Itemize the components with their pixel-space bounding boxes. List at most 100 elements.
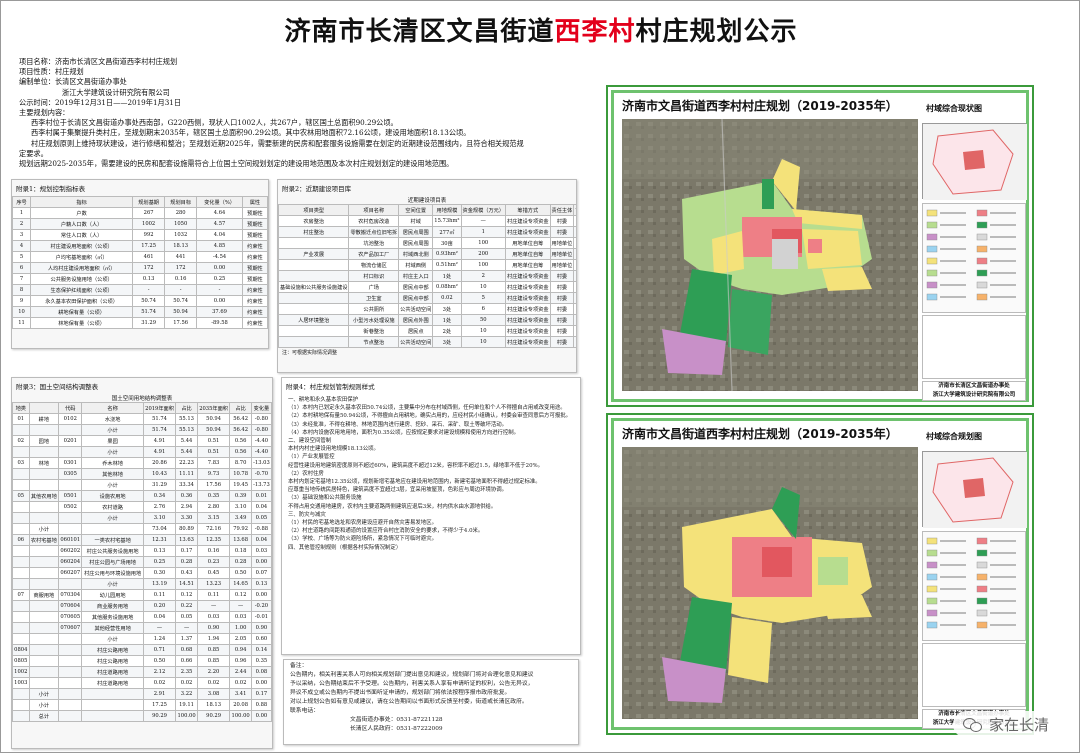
legend-swatch <box>926 573 938 581</box>
table-cell: 172 <box>132 262 166 274</box>
table-cell: 0.93hm² <box>432 248 462 260</box>
table-cell: 农房整治 <box>278 215 350 227</box>
table-row: 7 公共服务设施用地（公顷） 0.13 0.16 0.25 预期性 <box>12 273 268 285</box>
table-cell: 农村宅基地 <box>28 534 60 546</box>
table-header-cell: 空间位置 <box>398 204 434 216</box>
table-cell: 0.66 <box>175 655 198 667</box>
page-title: 济南市长清区文昌街道西李村村庄规划公示 <box>1 11 1080 48</box>
table-header-cell: 规划基期 <box>132 196 166 208</box>
table-cell <box>58 512 83 524</box>
table-cell: 4.57 <box>196 218 243 230</box>
table-cell: -13.03 <box>250 457 272 469</box>
table-cell: 0.02 <box>142 677 177 689</box>
rule-line: 本村内村庄建设用地规模18.13公顷。 <box>288 446 379 453</box>
table-cell: - <box>164 284 198 296</box>
table-row: 05 其他农用地 0501 设施农用地 0.34 0.36 0.35 0.39 0.01 <box>12 490 272 502</box>
plan-satellite-map <box>622 447 918 719</box>
table-cell: 村委 <box>549 314 575 326</box>
table-cell: 村庄建设专项资金 <box>505 215 551 227</box>
table-row: 小计 13.19 14.51 13.23 14.65 0.13 <box>12 578 272 590</box>
table-cell: 小计 <box>28 699 60 711</box>
table-cell: 4 <box>12 240 32 252</box>
table-cell <box>58 677 83 689</box>
table-cell: 7 <box>12 273 32 285</box>
project-name: 项目名称：济南市长清区文昌街道西李村村庄规划 <box>19 57 178 66</box>
table-cell: 1 <box>12 207 32 219</box>
table-cell <box>28 677 60 689</box>
table-cell: 55.13 <box>175 413 198 425</box>
table-cell: 村庄主入口 <box>398 270 434 282</box>
table-header-cell: 变化量 <box>250 402 272 414</box>
table-cell: 林地 <box>28 457 60 469</box>
table-cell: 0.12 <box>175 589 198 601</box>
title-suffix: 村庄规划公示 <box>635 17 798 47</box>
table-cell: 3.41 <box>229 688 252 700</box>
table-cell: 坑池整治 <box>348 237 400 249</box>
appendix-2-title: 附录2：近期建设项目库 <box>282 185 352 193</box>
table-cell: 村庄建设专项资金 <box>505 325 551 337</box>
status-map-subtitle: 村域综合现状图 <box>926 104 982 113</box>
plan-land-use-summary-table <box>922 643 1026 707</box>
table-row: 村口标识村庄主入口1处2村庄建设专项资金村委新建 <box>278 270 576 282</box>
table-row: 街巷整治居民点2处10村庄建设专项资金村委改造 <box>278 325 576 337</box>
table-cell: 小计 <box>81 512 144 524</box>
table-cell: 0.12 <box>229 589 252 601</box>
table-cell: 10 <box>460 336 507 348</box>
table-cell <box>12 501 30 513</box>
table-cell: 村庄建设专项资金 <box>505 226 551 238</box>
table-cell: 31.29 <box>132 317 166 329</box>
table-cell <box>28 633 60 645</box>
table-cell <box>28 666 60 678</box>
table-cell: 13.19 <box>142 578 177 590</box>
table-header-cell: 名称 <box>81 402 144 414</box>
table-cell: 1.37 <box>175 633 198 645</box>
table-cell <box>12 567 30 579</box>
status-map-title: 济南市文昌街道西李村村庄规划（2019-2035年） <box>622 99 898 113</box>
table-header-cell: 占比 <box>229 402 252 414</box>
table-cell: 村域 <box>398 215 434 227</box>
wechat-watermark: 家在长清 <box>952 711 1059 738</box>
table-cell: 用地单位自筹 <box>505 259 551 271</box>
table-cell: 村庄建设专项资金 <box>505 303 551 315</box>
compiler-2: 浙江大学建筑设计研究院有限公司 <box>62 87 170 97</box>
table-cell: 0.03 <box>250 545 272 557</box>
location-inset-map <box>922 123 1027 200</box>
table-header-cell: 责任主体 <box>549 204 575 216</box>
table-cell: 公共厕所 <box>348 303 400 315</box>
table-cell: 小计 <box>28 523 60 535</box>
table-cell: 预期性 <box>241 207 268 219</box>
appendix-1-card: 附录1：规划控制指标表 序号 指标 规划基期 规划目标 变化量（%） 属性 1 户数 267 2… <box>11 179 269 349</box>
table-row: 9 永久基本农田保护面积（公顷） 50.74 50.74 0.00 约束性 <box>12 295 268 307</box>
table-cell: 070304 <box>58 589 83 601</box>
table-cell: 常住人口数（人） <box>30 229 134 241</box>
table-cell: 预期性 <box>241 262 268 274</box>
table-cell: 用地单位自筹 <box>505 237 551 249</box>
table-cell <box>28 545 60 557</box>
legend-swatch <box>926 537 938 545</box>
table-row: 小计 3.10 3.30 3.15 3.49 0.05 <box>12 512 272 524</box>
table-cell: 预期性 <box>241 273 268 285</box>
table-header-cell: 占比 <box>175 402 198 414</box>
rule-line: （1）本村内已划定永久基本农田50.74公顷，主要集中分布在村域西侧，任何单位和… <box>288 405 566 412</box>
table-cell <box>28 512 60 524</box>
table-cell: 05 <box>12 490 30 502</box>
table-cell: 村委 <box>549 281 575 293</box>
table-cell: 30亩 <box>432 237 462 249</box>
table-cell: 18.13 <box>164 240 198 252</box>
table-cell: 55.13 <box>175 424 198 436</box>
table-header-cell: 2035年面积 <box>196 402 231 414</box>
table-cell: 0.39 <box>229 490 252 502</box>
table-cell <box>58 710 83 722</box>
table-cell: 060101 <box>58 534 83 546</box>
legend-swatch <box>926 257 938 265</box>
table-cell: 村庄建设专项资金 <box>505 270 551 282</box>
table-cell <box>28 479 60 491</box>
table-cell: 060207 <box>58 567 83 579</box>
table-cell: 1.24 <box>142 633 177 645</box>
table-row: 0804 村庄公路用地 0.71 0.68 0.85 0.94 0.14 <box>12 644 272 656</box>
table-cell <box>28 468 60 480</box>
table-cell: -4.54 <box>196 251 243 263</box>
table-cell: 林地保有量（公顷） <box>30 317 134 329</box>
table-cell: 村域西北侧 <box>398 248 434 260</box>
table-cell: 村庄建设专项资金 <box>505 314 551 326</box>
